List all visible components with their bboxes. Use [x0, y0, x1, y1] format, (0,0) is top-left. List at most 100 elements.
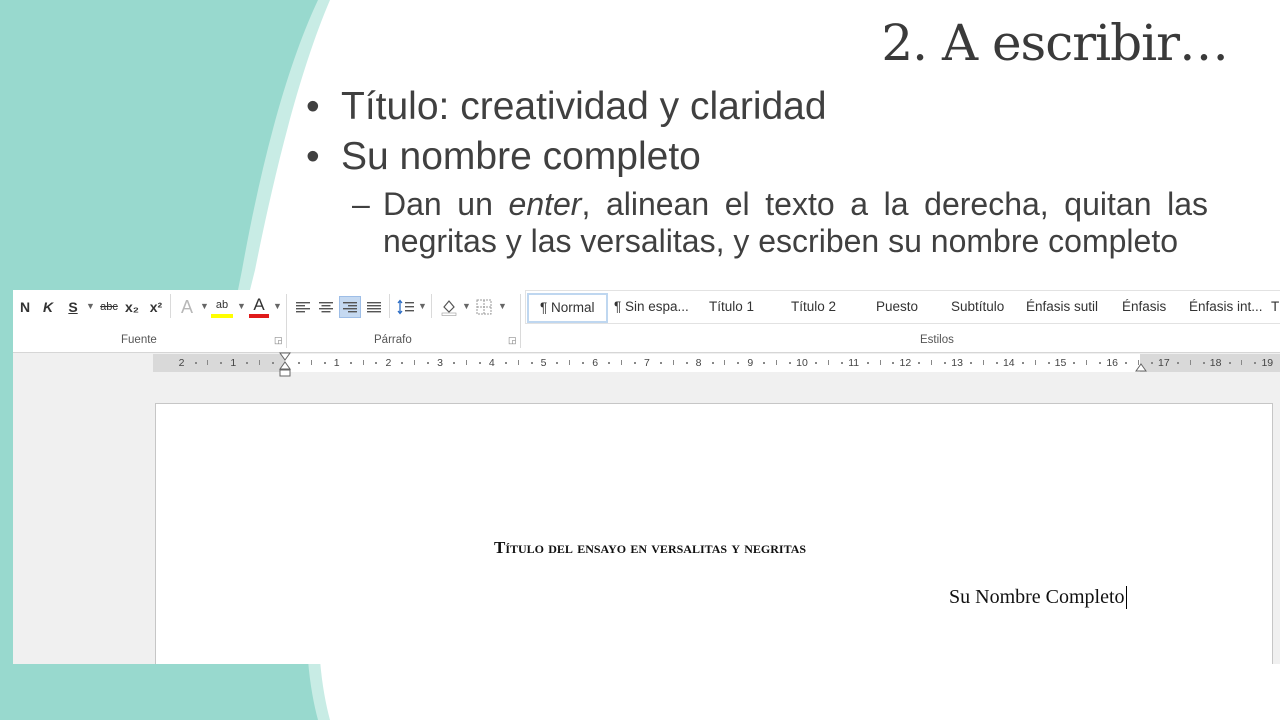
- paragraph-dialog-launcher-icon[interactable]: ◲: [508, 335, 517, 346]
- ruler-tick-mark: [259, 360, 261, 365]
- style-subtitle[interactable]: Subtítulo: [951, 299, 1004, 314]
- ruler-tick-mark: [297, 362, 300, 364]
- shading-dropdown-icon[interactable]: ▼: [462, 301, 471, 311]
- horizontal-ruler: 2 1 1 2 3 4 5 6 7 8 9 10 11 12 13 14 15 16 17 18 19: [153, 352, 1280, 377]
- bullet-text: Título: creatividad y claridad: [341, 85, 827, 128]
- ruler-tick-mark: [478, 362, 481, 364]
- ruler-tick-mark: [569, 360, 571, 365]
- paragraph-group-label: Párrafo: [374, 334, 412, 346]
- borders-button[interactable]: [473, 296, 495, 318]
- underline-dropdown-icon[interactable]: ▼: [86, 301, 95, 311]
- ruler-number: 19: [1261, 357, 1274, 369]
- bold-button[interactable]: N: [17, 296, 33, 318]
- justify-button[interactable]: [364, 296, 384, 318]
- bullet-dot: •: [306, 135, 320, 178]
- group-separator: [286, 294, 287, 348]
- borders-dropdown-icon[interactable]: ▼: [498, 301, 507, 311]
- highlight-dropdown-icon[interactable]: ▼: [237, 301, 246, 311]
- style-intense-emphasis[interactable]: Énfasis int...: [1189, 299, 1263, 314]
- ruler-number: 5: [540, 357, 547, 369]
- ruler-tick-mark: [711, 362, 714, 364]
- font-color-button[interactable]: A: [249, 295, 269, 318]
- ruler-tick-mark: [621, 360, 623, 365]
- subscript-button[interactable]: x₂: [123, 296, 141, 318]
- ruler-tick-mark: [220, 362, 223, 364]
- style-normal[interactable]: ¶ Normal: [527, 293, 608, 323]
- ruler-tick-mark: [789, 362, 792, 364]
- ruler-tick-mark: [633, 362, 636, 364]
- text-effects-dropdown-icon[interactable]: ▼: [200, 301, 209, 311]
- style-heading-2[interactable]: Título 2: [791, 299, 836, 314]
- right-indent-marker-icon[interactable]: [1135, 362, 1147, 372]
- font-color-dropdown-icon[interactable]: ▼: [273, 301, 282, 311]
- ruler-tick-mark: [1034, 360, 1036, 365]
- ruler-tick-mark: [866, 362, 869, 364]
- align-right-button[interactable]: [339, 296, 361, 318]
- line-spacing-button[interactable]: [395, 296, 417, 318]
- ruler-number: 11: [848, 357, 860, 369]
- ruler-tick-mark: [310, 360, 312, 365]
- strikethrough-button[interactable]: abc: [97, 296, 121, 318]
- justify-icon: [367, 302, 381, 313]
- font-dialog-launcher-icon[interactable]: ◲: [274, 335, 283, 346]
- ruler-tick-mark: [944, 362, 947, 364]
- ruler-tick-mark: [556, 362, 559, 364]
- ruler-tick-mark: [401, 362, 404, 364]
- underline-button[interactable]: S: [65, 296, 81, 318]
- ruler-tick-mark: [672, 360, 674, 365]
- ruler-tick-mark: [814, 362, 817, 364]
- ruler-tick-mark: [465, 360, 467, 365]
- align-center-button[interactable]: [316, 296, 336, 318]
- italic-button[interactable]: K: [40, 296, 56, 318]
- ruler-tick-mark: [362, 360, 364, 365]
- ruler-number: 7: [643, 357, 650, 369]
- style-emphasis[interactable]: Énfasis: [1122, 299, 1166, 314]
- ruler-tick-mark: [517, 360, 519, 365]
- style-no-spacing[interactable]: ¶ Sin espa...: [614, 299, 689, 314]
- ruler-number: 6: [592, 357, 599, 369]
- style-subtle-emphasis[interactable]: Énfasis sutil: [1026, 299, 1098, 314]
- ruler-tick-mark: [685, 362, 688, 364]
- line-spacing-icon: [397, 299, 414, 315]
- ruler-tick-mark: [194, 362, 197, 364]
- font-group-label: Fuente: [121, 334, 157, 346]
- indent-marker-icon[interactable]: [279, 352, 291, 378]
- bullet-list: • Título: creatividad y claridad • Su no…: [306, 82, 1208, 260]
- ruler-number: 3: [437, 357, 444, 369]
- ruler-tick-mark: [414, 360, 416, 365]
- line-spacing-dropdown-icon[interactable]: ▼: [418, 301, 427, 311]
- ruler-number: 17: [1158, 357, 1170, 369]
- ruler-tick-mark: [207, 360, 209, 365]
- document-page[interactable]: Título del ensayo en versalitas y negrit…: [155, 403, 1273, 664]
- text-effects-button[interactable]: A: [177, 296, 197, 318]
- ruler-tick-mark: [608, 362, 611, 364]
- slide-title: 2. A escribir…: [881, 14, 1229, 72]
- shading-button[interactable]: [438, 296, 460, 318]
- ruler-number: 18: [1209, 357, 1222, 369]
- ruler-tick-mark: [840, 362, 843, 364]
- ruler-tick-mark: [1228, 362, 1231, 364]
- ruler-tick-mark: [453, 362, 456, 364]
- divider: [389, 294, 390, 318]
- ruler-number: 1: [230, 357, 237, 369]
- ruler-tick-mark: [918, 362, 921, 364]
- style-next-partial[interactable]: T: [1271, 299, 1279, 314]
- ruler-number: 16: [1106, 357, 1119, 369]
- highlight-button[interactable]: ab: [211, 296, 233, 318]
- ruler-tick-mark: [349, 362, 352, 364]
- ruler-tick-mark: [246, 362, 249, 364]
- ruler-number: 2: [178, 357, 185, 369]
- paint-bucket-icon: [441, 300, 457, 316]
- bullet-item: • Su nombre completo: [306, 132, 1208, 182]
- superscript-button[interactable]: x²: [147, 296, 165, 318]
- style-title[interactable]: Puesto: [876, 299, 918, 314]
- ruler-tick-mark: [1086, 360, 1088, 365]
- align-left-button[interactable]: [293, 296, 313, 318]
- ruler-tick-mark: [530, 362, 533, 364]
- styles-group-label: Estilos: [920, 334, 954, 346]
- ruler-tick-mark: [776, 360, 778, 365]
- style-heading-1[interactable]: Título 1: [709, 299, 754, 314]
- ruler-tick-mark: [1202, 362, 1205, 364]
- ruler-tick-mark: [1099, 362, 1102, 364]
- ruler-tick-mark: [504, 362, 507, 364]
